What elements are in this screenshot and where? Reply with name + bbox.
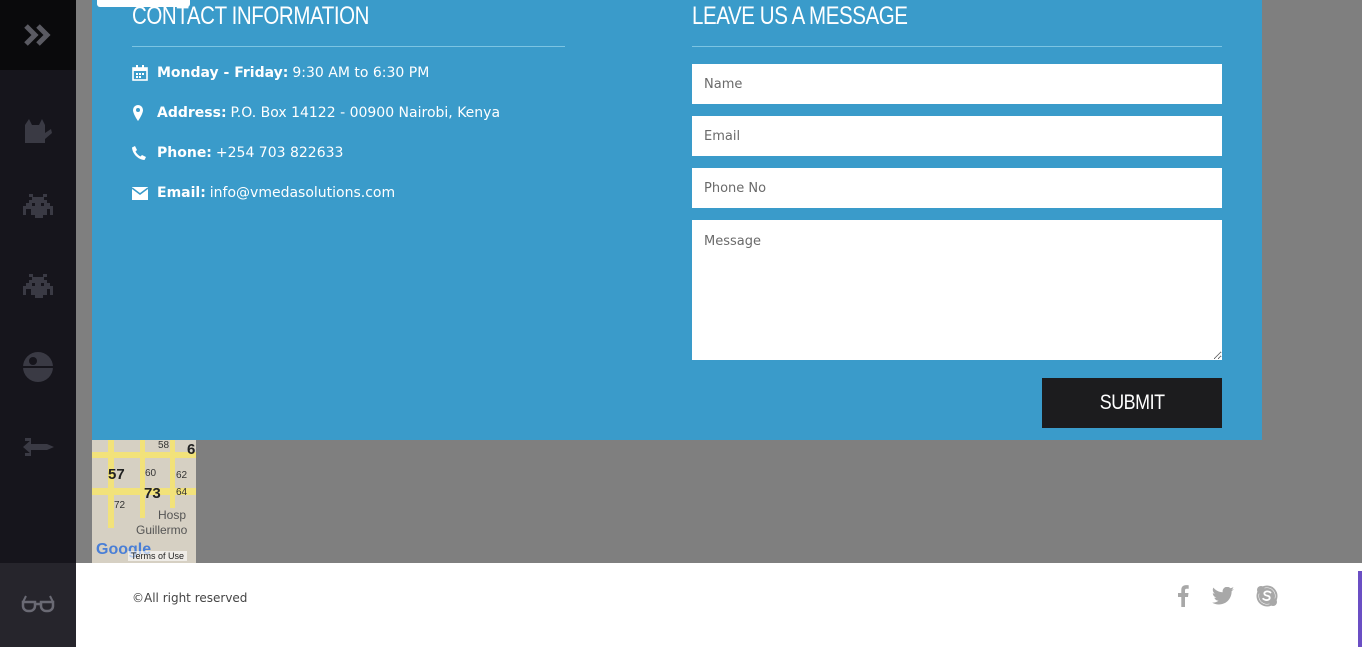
map-label: 58 <box>158 440 170 451</box>
space-invader-icon <box>23 194 53 218</box>
sidebar-toggle-button[interactable] <box>0 0 76 70</box>
sidebar-item-invader-1[interactable] <box>0 182 76 232</box>
address-value: P.O. Box 14122 - 00900 Nairobi, Kenya <box>230 105 501 121</box>
map-label: 73 <box>144 485 161 502</box>
map-label: 57 <box>108 466 125 483</box>
email-value[interactable]: info@vmedasolutions.com <box>210 185 395 201</box>
submit-label: SUBMIT <box>1099 391 1165 414</box>
twitter-icon <box>1212 587 1234 605</box>
footer: ©All right reserved <box>76 563 1362 647</box>
sidebar-item-cat[interactable] <box>0 103 76 153</box>
map-label: 6 <box>187 441 196 458</box>
contact-info-heading: CONTACT INFORMATION <box>132 2 370 30</box>
hours-label: Monday - Friday: <box>157 65 289 81</box>
email-input[interactable] <box>692 116 1222 156</box>
address-label: Address: <box>157 105 227 121</box>
contact-info-divider <box>132 46 565 47</box>
facebook-icon <box>1178 585 1189 607</box>
map-marker-icon <box>132 105 157 121</box>
phone-input[interactable] <box>692 168 1222 208</box>
hours-value: 9:30 AM to 6:30 PM <box>292 65 430 81</box>
map-label: Hosp <box>158 508 187 522</box>
glasses-icon <box>21 595 55 613</box>
sidebar-item-glasses[interactable] <box>0 563 76 647</box>
name-input[interactable] <box>692 64 1222 104</box>
skype-icon <box>1256 585 1278 607</box>
map-label: 62 <box>176 470 188 481</box>
scroll-accent <box>1358 571 1362 647</box>
email-row: Email: info@vmedasolutions.com <box>132 185 395 201</box>
copyright-text: ©All right reserved <box>132 591 248 605</box>
message-textarea[interactable] <box>692 220 1222 360</box>
submit-button[interactable]: SUBMIT <box>1042 378 1222 428</box>
phone-value: +254 703 822633 <box>215 145 344 161</box>
phone-label: Phone: <box>157 145 212 161</box>
map[interactable]: 58 6 57 60 62 73 64 72 Hosp Guillermo Go… <box>92 438 196 563</box>
address-row: Address: P.O. Box 14122 - 00900 Nairobi,… <box>132 105 500 121</box>
sidebar-item-spaceship[interactable] <box>0 422 76 472</box>
map-label: 72 <box>114 500 126 511</box>
hours-row: Monday - Friday: 9:30 AM to 6:30 PM <box>132 65 429 81</box>
sidebar-item-invader-2[interactable] <box>0 262 76 312</box>
death-star-icon <box>23 352 53 382</box>
phone-icon <box>132 146 157 160</box>
phone-row: Phone: +254 703 822633 <box>132 145 343 161</box>
email-label: Email: <box>157 185 206 201</box>
map-label: 64 <box>176 487 188 498</box>
facebook-link[interactable] <box>1171 584 1195 608</box>
message-form-heading: LEAVE US A MESSAGE <box>692 2 908 30</box>
cat-icon <box>25 119 52 143</box>
double-chevron-right-icon <box>24 24 51 46</box>
sidebar-item-death-star[interactable] <box>0 342 76 392</box>
space-invader-icon <box>23 274 53 298</box>
envelope-icon <box>132 186 157 200</box>
map-label: Guillermo <box>136 523 188 537</box>
skype-link[interactable] <box>1255 584 1279 608</box>
twitter-link[interactable] <box>1211 584 1235 608</box>
map-terms-link[interactable]: Terms of Use <box>128 551 188 561</box>
spaceship-icon <box>23 438 54 456</box>
message-form-divider <box>692 46 1222 47</box>
calendar-icon <box>132 65 157 81</box>
sidebar <box>0 0 76 647</box>
map-label: 60 <box>145 468 157 479</box>
